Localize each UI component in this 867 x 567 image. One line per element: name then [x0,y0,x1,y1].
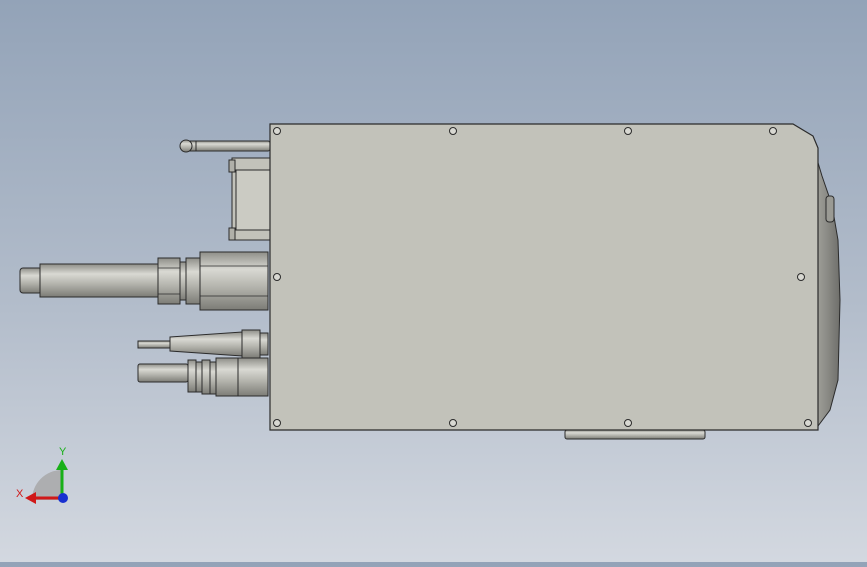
model-view[interactable]: Y X [0,0,867,562]
screw-icon [624,127,632,135]
triad-plane-icon [32,470,62,500]
upper-connector-block [228,157,271,241]
screw-icon [449,127,457,135]
small-connector-lower [137,357,269,397]
x-axis-label: X [16,488,24,500]
handle-rod [179,139,271,153]
x-arrowhead-icon [25,492,36,504]
y-axis-label: Y [59,446,67,458]
main-housing [269,123,819,431]
reference-triad[interactable]: Y X [16,446,68,504]
screw-icon [804,419,812,427]
screw-icon [624,419,632,427]
cable-gland-assembly [19,251,269,311]
small-connector-upper [137,329,269,359]
cad-viewport[interactable]: Y X [0,0,867,562]
screw-icon [449,419,457,427]
screw-icon [273,419,281,427]
screw-icon [797,273,805,281]
screw-icon [273,273,281,281]
z-axis-icon [58,493,68,503]
y-arrowhead-icon [56,459,68,470]
screw-icon [769,127,777,135]
bottom-foot [564,429,706,440]
screw-icon [273,127,281,135]
